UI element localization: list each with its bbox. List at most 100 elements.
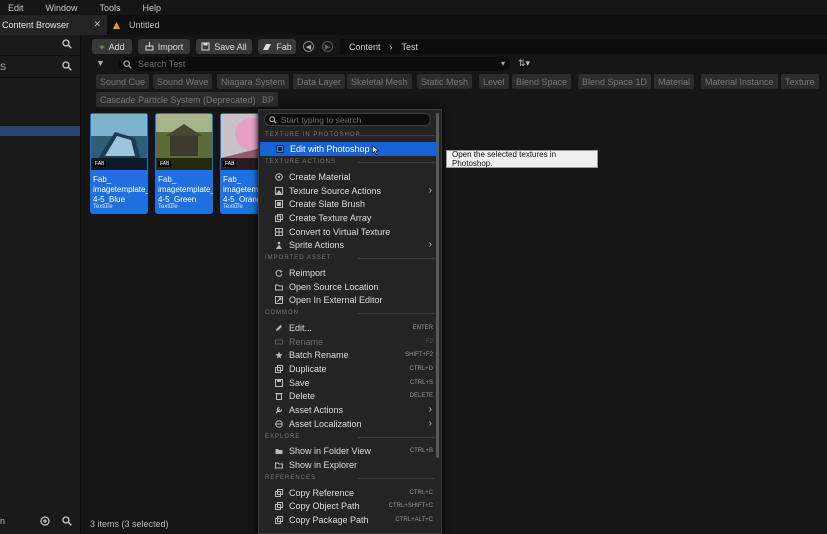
filter-chip[interactable]: Static Mesh — [417, 74, 473, 89]
folders-row: S — [0, 57, 81, 78]
search-input[interactable]: Search Test ▾ — [118, 57, 510, 71]
menu-item-edit-photoshop[interactable]: Edit with Photoshop — [260, 142, 437, 156]
menu-item-texture-source-actions[interactable]: Texture Source Actions › — [259, 184, 437, 198]
save-all-button-label: Save All — [214, 41, 247, 52]
menu-help[interactable]: Help — [143, 3, 162, 13]
menu-window[interactable]: Window — [46, 3, 78, 13]
filter-chip[interactable]: Texture — [781, 74, 819, 89]
folder-icon — [275, 284, 283, 291]
add-circle-icon[interactable] — [40, 516, 50, 526]
copy-icon — [275, 516, 283, 524]
menu-item-copy-package-path[interactable]: Copy Package Path CTRL+ALT+C — [259, 513, 437, 527]
breadcrumb-content[interactable]: Content — [349, 42, 381, 52]
tab-untitled-label: Untitled — [129, 20, 160, 30]
menu-item-show-folder-view[interactable]: Show in Folder View CTRL+B — [259, 444, 437, 458]
chevron-down-icon[interactable]: ▾ — [501, 59, 505, 68]
filter-chip[interactable]: Sound Wave — [153, 74, 213, 89]
menu-item-open-source-location[interactable]: Open Source Location — [259, 280, 437, 294]
filter-chip[interactable]: Level — [479, 74, 509, 89]
menu-item-asset-localization[interactable]: Asset Localization › — [259, 417, 437, 431]
menu-item-label: Open Source Location — [289, 282, 379, 292]
back-icon[interactable]: ◀ — [303, 41, 314, 52]
tab-content-browser-label: Content Browser — [2, 20, 70, 30]
filter-chip[interactable]: Cascade Particle System (Deprecated) — [96, 92, 260, 107]
sort-icon[interactable]: ⇅▾ — [518, 58, 530, 69]
save-all-button[interactable]: Save All — [196, 39, 252, 54]
search-icon[interactable] — [62, 39, 72, 49]
menu-item-save[interactable]: Save CTRL+S — [259, 376, 437, 390]
filter-icon[interactable]: ▼ — [96, 58, 105, 68]
menu-edit[interactable]: Edit — [8, 3, 24, 13]
folder-item-test[interactable] — [0, 126, 80, 136]
section-explore: EXPLORE — [265, 434, 437, 440]
forward-icon[interactable]: ▶ — [322, 41, 333, 52]
menu-item-label: Convert to Virtual Texture — [289, 227, 391, 237]
chevron-right-icon: › — [428, 239, 432, 250]
tab-content-browser[interactable]: Content Browser ✕ — [0, 15, 107, 35]
breadcrumb-test[interactable]: Test — [402, 42, 419, 52]
duplicate-icon — [275, 365, 283, 373]
search-placeholder: Search Test — [138, 59, 186, 69]
filter-chip[interactable]: Blend Space — [512, 74, 572, 89]
menu-tools[interactable]: Tools — [100, 3, 121, 13]
shortcut-label: CTRL+ALT+C — [395, 517, 433, 523]
reimport-icon — [275, 269, 283, 277]
menu-item-duplicate[interactable]: Duplicate CTRL+D — [259, 362, 437, 376]
filter-chip[interactable]: Material Instance — [701, 74, 778, 89]
search-icon[interactable] — [62, 516, 72, 526]
shortcut-label: CTRL+D — [409, 366, 433, 372]
import-button[interactable]: Import — [138, 39, 190, 54]
menu-item-copy-reference[interactable]: Copy Reference CTRL+C — [259, 486, 437, 500]
menu-search-input[interactable]: Start typing to search — [264, 113, 431, 126]
close-icon[interactable]: ✕ — [93, 19, 101, 30]
menu-item-convert-virtual[interactable]: Convert to Virtual Texture — [259, 225, 437, 239]
menu-item-label: Asset Localization — [289, 419, 362, 429]
menu-item-batch-rename[interactable]: Batch Rename SHIFT+F2 — [259, 348, 437, 362]
menu-item-label: Copy Reference — [289, 488, 355, 498]
tab-untitled[interactable]: Untitled — [112, 15, 160, 35]
fab-button[interactable]: Fab — [258, 39, 296, 54]
fab-badge: FAB — [223, 161, 237, 167]
filter-chip[interactable]: Blend Space 1D — [578, 74, 652, 89]
save-icon — [201, 42, 210, 51]
folders-label: S — [0, 62, 7, 72]
add-button-label: Add — [108, 41, 125, 52]
shortcut-label: CTRL+S — [409, 380, 433, 386]
menu-item-reimport[interactable]: Reimport — [259, 266, 437, 280]
mouse-cursor-icon — [372, 145, 380, 155]
filter-chip[interactable]: Niagara System — [217, 74, 290, 89]
search-icon[interactable] — [62, 61, 72, 71]
filter-chip[interactable]: BP — [258, 92, 279, 107]
menu-item-edit[interactable]: Edit... ENTER — [259, 321, 437, 335]
shortcut-label: CTRL+B — [409, 448, 433, 454]
menu-item-delete[interactable]: Delete DELETE — [259, 389, 437, 403]
filter-chip[interactable]: Skeletal Mesh — [347, 74, 412, 89]
add-button[interactable]: + Add — [92, 39, 132, 54]
menu-item-label: Texture Source Actions — [289, 186, 382, 196]
menu-item-create-texture-array[interactable]: Create Texture Array — [259, 211, 437, 225]
filter-chip[interactable]: Data Layer — [293, 74, 346, 89]
menu-item-asset-actions[interactable]: Asset Actions › — [259, 403, 437, 417]
trash-icon — [275, 393, 283, 400]
shortcut-label: F2 — [425, 339, 433, 345]
chevron-right-icon: › — [428, 418, 432, 429]
menu-item-create-material[interactable]: Create Material — [259, 170, 437, 184]
content-area: + Add Import Save All Fab ◀ ▶ Content › … — [82, 35, 827, 534]
menu-item-label: Show in Explorer — [289, 460, 358, 470]
favorites-row — [0, 35, 81, 56]
asset-tile[interactable]: FAB Fab_ imagetemplate_ 4-5_Blue Texture — [90, 113, 148, 214]
asset-tile[interactable]: FAB Fab_ imagetemplate_ 4-5_Green Textur… — [155, 113, 213, 214]
menu-search-placeholder: Start typing to search — [281, 114, 362, 125]
external-editor-icon — [275, 296, 283, 304]
menu-item-sprite-actions[interactable]: Sprite Actions › — [259, 238, 437, 252]
context-menu: Start typing to search TEXTURE IN PHOTOS… — [258, 109, 442, 534]
search-icon — [269, 115, 277, 124]
menu-item-open-external[interactable]: Open In External Editor — [259, 293, 437, 307]
menu-item-rename[interactable]: Rename F2 — [259, 335, 437, 349]
menu-item-create-slate-brush[interactable]: Create Slate Brush — [259, 197, 437, 211]
filter-chip[interactable]: Sound Cue — [96, 74, 150, 89]
filter-chip[interactable]: Material — [654, 74, 695, 89]
menu-item-copy-object-path[interactable]: Copy Object Path CTRL+SHIFT+C — [259, 499, 437, 513]
menu-item-show-explorer[interactable]: Show in Explorer — [259, 458, 437, 472]
menu-item-label: Asset Actions — [289, 405, 344, 415]
